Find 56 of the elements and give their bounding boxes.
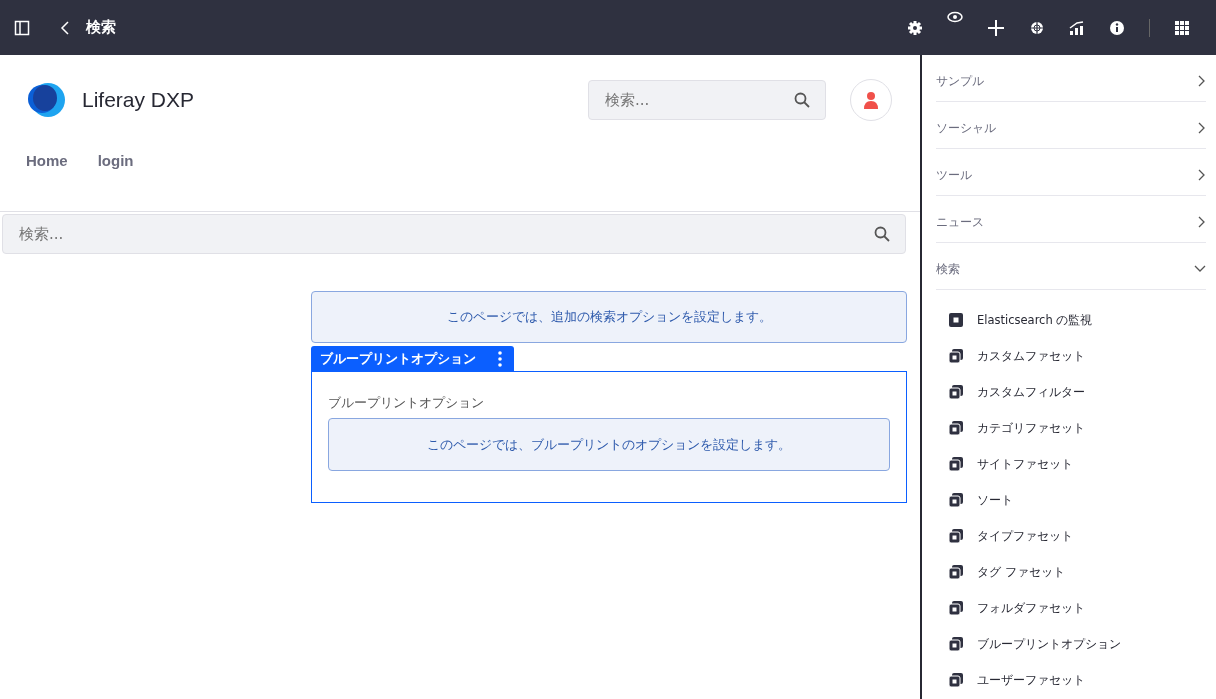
crosshair-icon[interactable]	[1029, 19, 1045, 36]
widget-item[interactable]: カスタムフィルター	[936, 374, 1206, 410]
fragment-title: ブループリントオプション	[320, 349, 476, 368]
site-name: Liferay DXP	[82, 88, 195, 112]
widget-item[interactable]: サイトファセット	[936, 446, 1206, 482]
stacked-squares-icon	[949, 421, 963, 435]
stacked-squares-icon	[949, 349, 963, 363]
category-header[interactable]: ニュース	[936, 196, 1206, 243]
search-field[interactable]: 検索...	[588, 80, 826, 120]
chevron-right-icon	[1198, 122, 1206, 134]
category-header[interactable]: ソーシャル	[936, 102, 1206, 149]
chevron-right-icon	[1198, 75, 1206, 87]
widget-item[interactable]: ユーザーファセット	[936, 662, 1206, 698]
widget-item[interactable]: タイプファセット	[936, 518, 1206, 554]
page-title: 検索	[86, 18, 116, 37]
category-header[interactable]: サンプル	[936, 55, 1206, 102]
stacked-squares-icon	[949, 385, 963, 399]
widget-item[interactable]: カスタムファセット	[936, 338, 1206, 374]
search-icon[interactable]	[874, 226, 890, 242]
add-icon[interactable]	[987, 18, 1005, 37]
logo-icon	[26, 82, 66, 118]
stacked-squares-icon	[949, 637, 963, 651]
widget-item[interactable]: ブループリントオプション	[936, 626, 1206, 662]
info-message: このページでは、追加の検索オプションを設定します。	[311, 291, 907, 343]
category-header[interactable]: ツール	[936, 149, 1206, 196]
square-icon	[949, 313, 963, 327]
chevron-right-icon	[1198, 169, 1206, 181]
widget-item[interactable]: Elasticsearch の監視	[936, 302, 1206, 338]
user-icon	[863, 91, 879, 109]
stacked-squares-icon	[949, 457, 963, 471]
chevron-down-icon	[1194, 265, 1206, 273]
sidebar-toggle-icon[interactable]	[14, 19, 30, 36]
chevron-right-icon	[1198, 216, 1206, 228]
chart-icon[interactable]	[1069, 19, 1085, 36]
apps-grid-icon[interactable]	[1174, 19, 1190, 36]
widget-item[interactable]: タグ ファセット	[936, 554, 1206, 590]
stacked-squares-icon	[949, 601, 963, 615]
info-message: このページでは、ブループリントのオプションを設定します。	[328, 418, 890, 471]
widget-item[interactable]: ソート	[936, 482, 1206, 518]
kebab-menu-icon[interactable]	[498, 350, 502, 367]
fragment-label: ブループリントオプション	[328, 394, 485, 412]
stacked-squares-icon	[949, 493, 963, 507]
category-header[interactable]: 検索	[936, 243, 1206, 290]
info-icon[interactable]	[1109, 19, 1125, 36]
search-field[interactable]: 検索...	[2, 214, 906, 254]
widget-item[interactable]: フォルダファセット	[936, 590, 1206, 626]
back-icon[interactable]	[60, 19, 70, 36]
nav-link[interactable]: login	[97, 152, 134, 169]
settings-icon[interactable]	[907, 19, 923, 36]
nav-link[interactable]: Home	[26, 152, 68, 169]
stacked-squares-icon	[949, 673, 963, 687]
search-icon[interactable]	[794, 92, 810, 108]
stacked-squares-icon	[949, 529, 963, 543]
stacked-squares-icon	[949, 565, 963, 579]
widget-item[interactable]: カテゴリファセット	[936, 410, 1206, 446]
eye-icon[interactable]	[947, 10, 963, 23]
